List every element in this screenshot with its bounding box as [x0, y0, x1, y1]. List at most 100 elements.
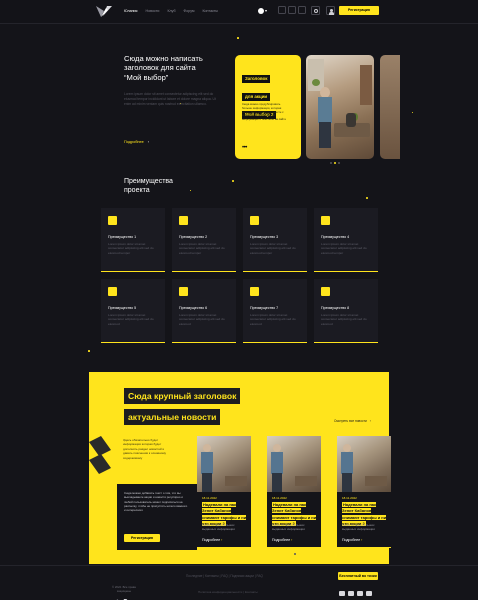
- footer-links[interactable]: Последние | Контакты | FAQ | Подписки ак…: [186, 574, 263, 578]
- news-more-link[interactable]: Подробнее ›: [342, 538, 362, 542]
- news-photo: [267, 436, 321, 492]
- search-icon[interactable]: [311, 6, 320, 15]
- news-more-link[interactable]: Подробнее ›: [272, 538, 292, 542]
- feature-card[interactable]: Преимущество 3 Lorem ipsum dolor sit amet…: [243, 208, 307, 272]
- language-selector[interactable]: ▾: [258, 6, 272, 15]
- feature-title: Преимущество 8: [321, 306, 350, 310]
- feature-desc: Lorem ipsum dolor sit amet consectetur a…: [250, 242, 296, 255]
- wallet-icon: [321, 216, 330, 225]
- nav-item-contacts[interactable]: Контакты: [202, 9, 218, 13]
- news-desc: Какая то одна больших выданных информаци…: [202, 523, 235, 532]
- decor-dot: [412, 112, 413, 113]
- news-more-link[interactable]: Подробнее ›: [202, 538, 222, 542]
- feature-card[interactable]: Преимущество 5 Lorem ipsum dolor sit amet…: [101, 279, 165, 343]
- news-carousel-dots: [294, 553, 300, 555]
- feature-title: Преимущество 6: [179, 306, 208, 310]
- vk-icon[interactable]: [339, 591, 345, 596]
- user-icon[interactable]: [326, 6, 335, 15]
- nav-item-club[interactable]: Клуб: [167, 9, 175, 13]
- news-card[interactable]: 18.11.2022 Надевали на пак Зенит Кабанов…: [267, 436, 321, 548]
- ok-icon[interactable]: [366, 591, 372, 596]
- youtube-icon[interactable]: [348, 591, 354, 596]
- feature-desc: Lorem ipsum dolor sit amet consectetur a…: [108, 313, 154, 326]
- telegram-icon[interactable]: [357, 591, 363, 596]
- all-news-link[interactable]: Смотреть все новости ›: [334, 419, 371, 423]
- hero-more-link[interactable]: Подробнее ›: [124, 140, 149, 144]
- logo-icon[interactable]: [95, 5, 113, 19]
- news-date: 18.11.2022: [202, 496, 217, 500]
- feature-desc: Lorem ipsum dolor sit amet consectetur a…: [321, 242, 367, 255]
- news-side-text: Здесь обязательно будет информация котор…: [123, 438, 167, 460]
- register-button[interactable]: Регистрация: [339, 6, 379, 15]
- gear-icon: [108, 216, 117, 225]
- footer-cta-button[interactable]: Бесплатный во точки: [338, 572, 378, 580]
- page: Юлания Новости Клуб Форум Контакты ▾ Рег…: [0, 0, 478, 600]
- feature-card[interactable]: Преимущество 7 Lorem ipsum dolor sit amet…: [243, 279, 307, 343]
- youtube-icon[interactable]: [298, 6, 306, 14]
- hero-title-line: заголовок для сайта: [124, 63, 196, 73]
- feature-title: Преимущество 7: [250, 306, 279, 310]
- feature-title: Преимущество 2: [179, 235, 208, 239]
- footer-copyright: © 2022. Все права защищены: [112, 585, 136, 593]
- features-title-line: Преимущества: [124, 178, 173, 185]
- main-nav: Юлания Новости Клуб Форум Контакты: [124, 9, 218, 13]
- news-photo: [197, 436, 251, 492]
- vk-icon[interactable]: [278, 6, 286, 14]
- news-desc: Какая то одна больших выданных информаци…: [342, 523, 375, 532]
- promo-card[interactable]: Заголовок для акции Мой выбор 2 Сюда мож…: [235, 55, 301, 159]
- footer-social: [339, 591, 372, 596]
- decor-dot: [88, 350, 90, 352]
- feature-title: Преимущество 4: [321, 235, 350, 239]
- feature-title: Преимущество 5: [108, 306, 137, 310]
- wallet-icon: [321, 287, 330, 296]
- promo-heading-line: Заголовок: [242, 74, 271, 83]
- news-card[interactable]: 18.11.2022 Надевали на пак Зенит Кабанов…: [197, 436, 251, 548]
- news-more-label: Подробнее: [202, 538, 221, 542]
- feature-card[interactable]: Преимущество 1 Lorem ipsum dolor sit amet…: [101, 208, 165, 272]
- news-more-label: Подробнее: [342, 538, 361, 542]
- promo-description: Сюда можно продублировать больше информа…: [242, 102, 287, 122]
- all-news-label: Смотреть все новости: [334, 419, 367, 423]
- carousel-dot[interactable]: [334, 162, 336, 164]
- footer-policy[interactable]: Политика конфиденциальности | Контакты: [198, 590, 258, 594]
- chevron-down-icon: ▾: [265, 8, 268, 13]
- hero-photo-next[interactable]: [380, 55, 400, 159]
- news-more-label: Подробнее: [272, 538, 291, 542]
- feature-title: Преимущество 3: [250, 235, 279, 239]
- news-date: 18.11.2022: [272, 496, 287, 500]
- header: Юлания Новости Клуб Форум Контакты ▾ Рег…: [0, 0, 478, 24]
- copyright-line: защищены: [116, 588, 131, 593]
- nav-item-forum[interactable]: Форум: [184, 9, 195, 13]
- feature-card[interactable]: Преимущество 2 Lorem ipsum dolor sit amet…: [172, 208, 236, 272]
- wallet-icon: [250, 287, 259, 296]
- news-photo: [337, 436, 391, 492]
- feature-desc: Lorem ipsum dolor sit amet consectetur a…: [321, 313, 367, 326]
- nav-item-home[interactable]: Юлания: [124, 9, 138, 13]
- features-title: Преимущества проекта: [124, 177, 173, 195]
- decor-dot: [237, 37, 239, 39]
- feature-card[interactable]: Преимущество 8 Lorem ipsum dolor sit amet…: [314, 279, 378, 343]
- carousel-dot[interactable]: [294, 553, 296, 555]
- news-register-button[interactable]: Регистрация: [124, 534, 160, 542]
- feature-desc: Lorem ipsum dolor sit amet consectetur a…: [179, 313, 225, 326]
- nav-item-news[interactable]: Новости: [146, 9, 160, 13]
- feature-card[interactable]: Преимущество 4 Lorem ipsum dolor sit amet…: [314, 208, 378, 272]
- promo-heading-line: для акции: [242, 92, 271, 101]
- news-heading-line: актуальные новости: [124, 409, 221, 425]
- carousel-dot[interactable]: [298, 553, 300, 555]
- gear-icon: [250, 216, 259, 225]
- news-card[interactable]: 18.11.2022 Надевали на пак Зенит Кабанов…: [337, 436, 391, 548]
- globe-icon: [258, 7, 264, 14]
- hero-photo[interactable]: [306, 55, 374, 159]
- wallet-icon: [179, 216, 188, 225]
- carousel-dot[interactable]: [330, 162, 332, 164]
- news-promo-text: Сюда можно добавить текст о том, что вы …: [124, 491, 188, 513]
- decor-dot: [190, 190, 191, 191]
- decor-dot: [232, 180, 234, 182]
- dots-icon: •••: [242, 145, 247, 151]
- carousel-dot[interactable]: [338, 162, 340, 164]
- telegram-icon[interactable]: [288, 6, 296, 14]
- news-promo-box: Сюда можно добавить текст о том, что вы …: [117, 484, 197, 550]
- feature-card[interactable]: Преимущество 6 Lorem ipsum dolor sit amet…: [172, 279, 236, 343]
- news-desc: Какая то одна больших выданных информаци…: [272, 523, 305, 532]
